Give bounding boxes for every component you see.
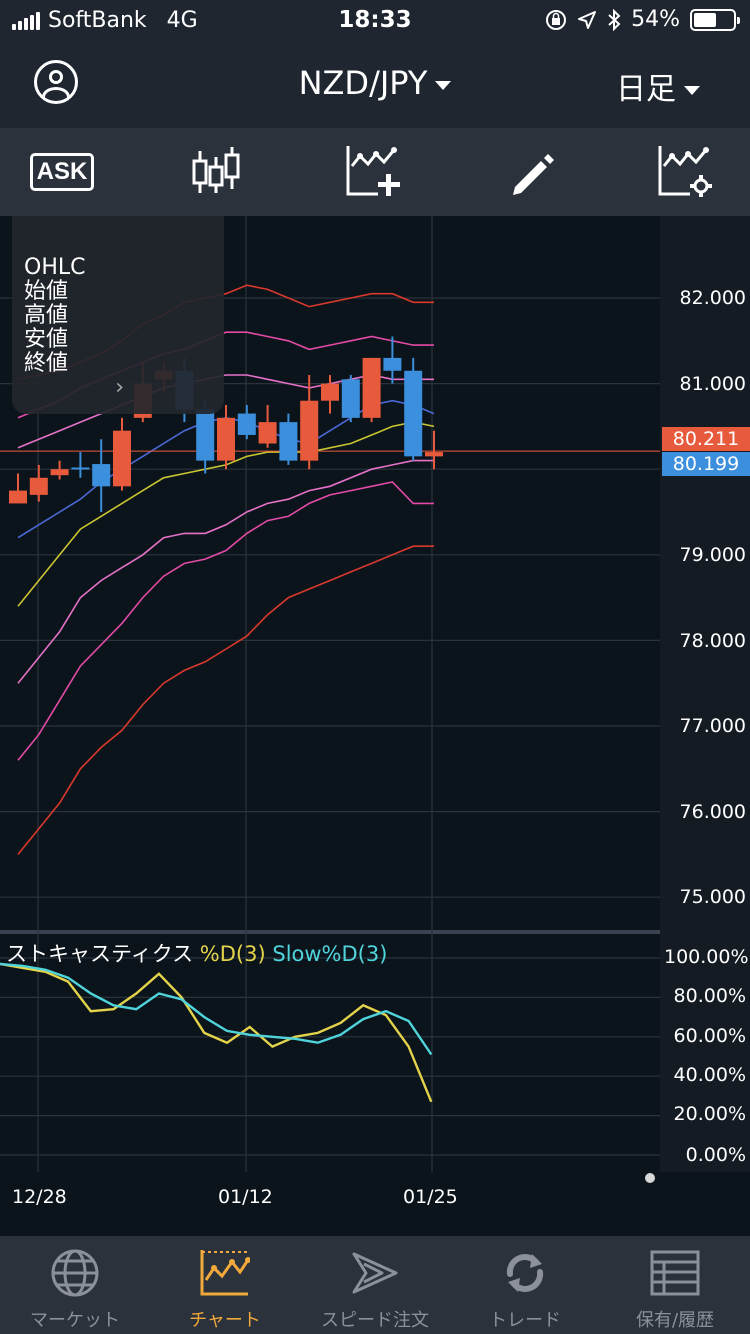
chevron-down-icon [435, 80, 452, 90]
chevron-down-icon [684, 86, 700, 95]
chevron-right-icon[interactable]: › [115, 376, 124, 400]
header: NZD/JPY 日足 [0, 40, 750, 128]
candle-body [404, 370, 423, 457]
price-axis-label: 78.000 [679, 630, 746, 652]
nav-label: チャート [189, 1310, 261, 1331]
nav-chart[interactable]: チャート [150, 1236, 300, 1334]
ohlc-low-label: 安値 [24, 327, 69, 352]
stoch-axis-label: 80.00% [673, 985, 746, 1007]
pencil-icon [513, 154, 554, 195]
bid-price-tag: 80.199 [662, 452, 750, 476]
price-axis-label: 77.000 [679, 715, 746, 737]
candle-body [113, 430, 131, 487]
battery-icon [690, 8, 740, 31]
stoch-slow-label: Slow%D(3) [272, 942, 388, 966]
speed-order-icon [352, 1252, 398, 1294]
draw-button[interactable] [502, 144, 562, 200]
x-axis-label: 01/25 [403, 1186, 458, 1208]
symbol-label: NZD/JPY [298, 64, 428, 102]
chart-settings-button[interactable] [656, 144, 716, 200]
ohlc-title: OHLC [24, 255, 86, 280]
stoch-panel [0, 934, 660, 1172]
nav-market[interactable]: マーケット [0, 1236, 150, 1334]
price-axis-label: 79.000 [679, 544, 746, 566]
add-indicator-button[interactable] [344, 144, 404, 200]
panel-divider [0, 930, 750, 934]
nav-label: トレード [489, 1310, 561, 1331]
nav-label: マーケット [30, 1310, 120, 1331]
candle-body [217, 417, 235, 461]
chart-icon [200, 1250, 250, 1296]
candle-body [362, 357, 381, 418]
candle-body [425, 452, 443, 457]
price-axis-label: 82.000 [679, 287, 746, 309]
stoch-d-label: %D(3) [199, 942, 266, 966]
stoch-axis-label: 20.00% [673, 1103, 746, 1125]
nav-positions-history[interactable]: 保有/履歴 [600, 1236, 750, 1334]
ask-button[interactable]: ASK [29, 144, 95, 200]
chart-area[interactable]: OHLC 始値 高値 安値 終値 › 82.000 81.000 79.000 … [0, 216, 750, 1236]
orientation-lock-icon [546, 9, 567, 30]
candle-body [383, 357, 402, 371]
price-axis-label: 76.000 [679, 801, 746, 823]
candle-body [341, 379, 360, 418]
nav-label: スピード注文 [321, 1310, 429, 1331]
x-axis-label: 12/28 [12, 1186, 67, 1208]
candle-body [9, 490, 27, 504]
stoch-axis-label: 100.00% [664, 946, 749, 968]
candle-body [50, 469, 69, 476]
period-label: 日足 [616, 72, 676, 107]
price-axis-label: 81.000 [679, 373, 746, 395]
bluetooth-icon [608, 8, 621, 31]
nav-label: 保有/履歴 [635, 1310, 715, 1331]
scroll-indicator [645, 1173, 655, 1183]
location-icon [578, 10, 597, 29]
stoch-axis-label: 40.00% [673, 1064, 746, 1086]
ask-price-tag: 80.211 [662, 427, 750, 451]
ohlc-close-label: 終値 [24, 351, 69, 376]
refresh-icon [506, 1254, 544, 1292]
period-selector[interactable]: 日足 [616, 64, 700, 108]
stochastics-title: ストキャスティクス [6, 942, 194, 966]
stoch-axis-label: 0.00% [685, 1144, 746, 1166]
x-axis-label: 01/12 [218, 1186, 273, 1208]
ohlc-panel[interactable]: OHLC 始値 高値 安値 終値 › [12, 216, 224, 414]
bottom-nav: マーケット チャート スピード注文 トレード 保有/履歴 [0, 1236, 750, 1334]
chart-toolbar: ASK [0, 128, 750, 216]
list-icon [650, 1250, 700, 1296]
ohlc-open-label: 始値 [24, 279, 69, 304]
candle-body [92, 464, 111, 487]
nav-trade[interactable]: トレード [450, 1236, 600, 1334]
candle-body [321, 383, 339, 401]
chart-type-button[interactable] [186, 144, 246, 200]
candle-body [29, 477, 48, 495]
candle-body [300, 400, 319, 461]
stoch-axis-label: 60.00% [673, 1025, 746, 1047]
candle-body [196, 409, 215, 461]
candle-body [279, 422, 298, 461]
candle-body [71, 467, 90, 470]
battery-percent: 54% [631, 7, 680, 32]
globe-icon [51, 1249, 99, 1297]
candle-body [237, 413, 256, 435]
stochastics-legend: ストキャスティクス %D(3) Slow%D(3) [6, 938, 387, 968]
chart-settings-icon [658, 146, 712, 197]
ohlc-high-label: 高値 [24, 303, 69, 328]
nav-speed-order[interactable]: スピード注文 [300, 1236, 450, 1334]
status-bar: SoftBank 4G 18:33 54% [0, 0, 750, 40]
add-indicator-icon [346, 146, 400, 196]
candlestick-icon [192, 147, 240, 193]
price-axis-label: 75.000 [679, 886, 746, 908]
ask-label: ASK [29, 153, 95, 191]
candle-body [258, 422, 277, 444]
